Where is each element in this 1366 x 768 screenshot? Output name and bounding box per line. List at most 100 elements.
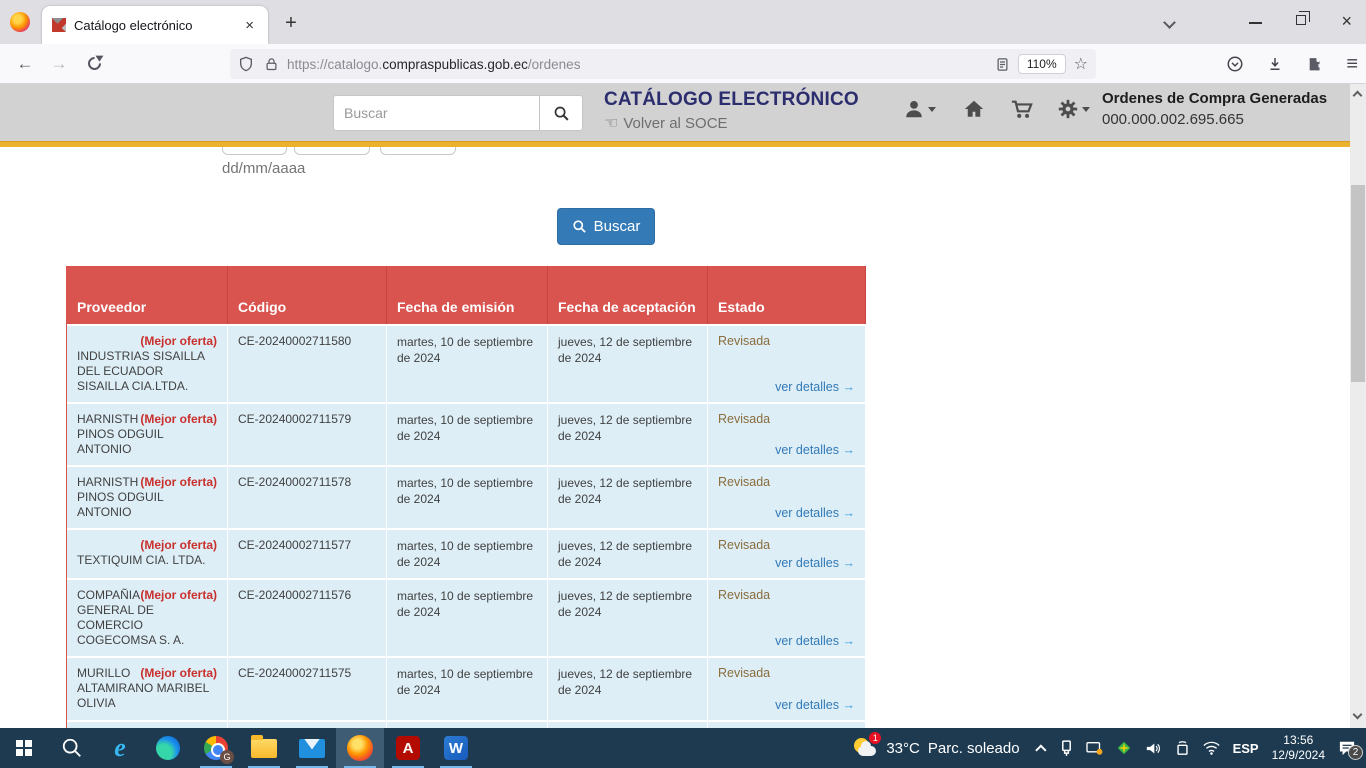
cart-button[interactable] xyxy=(1010,98,1034,120)
proveedor-cell: (Mejor oferta)TEXTIQUIM CIA. LTDA. xyxy=(67,530,228,578)
antivirus-icon[interactable] xyxy=(1116,740,1132,756)
dock-device-icon[interactable] xyxy=(1175,740,1190,756)
tray-expand-chevron-icon[interactable] xyxy=(1035,744,1046,755)
catalog-search-input[interactable] xyxy=(333,95,539,131)
wifi-icon[interactable] xyxy=(1203,741,1220,755)
best-offer-badge: (Mejor oferta) xyxy=(140,334,217,349)
menu-hamburger-icon[interactable]: ≡ xyxy=(1346,53,1358,76)
arrow-right-icon: → xyxy=(843,634,856,648)
lock-icon[interactable] xyxy=(264,57,279,72)
minimize-button[interactable] xyxy=(1249,22,1262,24)
estado-cell: Revisada ver detalles → xyxy=(708,530,866,578)
estado-cell: Revisada ver detalles → xyxy=(708,580,866,656)
codigo-cell: CE-20240002711575 xyxy=(228,658,387,720)
window-close-button[interactable]: × xyxy=(1341,10,1352,32)
fecha-aceptacion-cell: jueves, 12 de septiembre de 2024 xyxy=(548,658,708,720)
taskbar-ie-button[interactable]: e xyxy=(96,728,144,768)
scroll-up-arrow-icon[interactable] xyxy=(1353,91,1363,101)
ver-detalles-link[interactable]: ver detalles → xyxy=(718,380,855,394)
keyboard-language[interactable]: ESP xyxy=(1233,741,1259,756)
ver-detalles-link[interactable]: ver detalles → xyxy=(718,698,855,712)
bookmark-star-icon[interactable]: ☆ xyxy=(1074,54,1088,74)
restore-button[interactable] xyxy=(1296,15,1306,25)
taskbar-chrome-button[interactable]: G xyxy=(192,728,240,768)
codigo-cell: CE-20240002711576 xyxy=(228,580,387,656)
proveedor-cell: (Mejor oferta)MURILLO ALTAMIRANO MARIBEL… xyxy=(67,658,228,720)
url-domain: compraspublicas.gob.ec xyxy=(382,57,528,72)
home-icon xyxy=(963,98,985,120)
extensions-puzzle-icon[interactable] xyxy=(1306,55,1324,73)
reader-mode-icon[interactable] xyxy=(995,57,1010,72)
taskbar-word-button[interactable]: W xyxy=(432,728,480,768)
acrobat-letter: A xyxy=(403,740,414,757)
search-icon xyxy=(572,219,587,234)
table-row: (Mejor oferta)MURILLO ALTAMIRANO MARIBEL… xyxy=(67,656,865,720)
tab-close-icon[interactable]: × xyxy=(241,17,258,34)
clipped-filter-control[interactable] xyxy=(222,147,287,155)
list-tabs-chevron-icon[interactable] xyxy=(1163,16,1176,29)
usb-device-icon[interactable] xyxy=(1060,740,1073,757)
settings-menu-button[interactable] xyxy=(1057,98,1090,120)
catalog-search-button[interactable] xyxy=(539,95,583,131)
taskbar-firefox-button[interactable] xyxy=(336,728,384,768)
status-badge: Revisada xyxy=(718,538,855,552)
scroll-down-arrow-icon[interactable] xyxy=(1353,710,1363,720)
taskbar-mail-button[interactable] xyxy=(288,728,336,768)
clipped-filter-control[interactable] xyxy=(380,147,456,155)
downloads-icon[interactable] xyxy=(1266,55,1284,73)
action-center-button[interactable]: 2 xyxy=(1338,740,1356,756)
estado-cell: Revisada ver detalles → xyxy=(708,404,866,465)
pocket-icon[interactable] xyxy=(1226,55,1244,73)
ver-detalles-link[interactable]: ver detalles → xyxy=(718,506,855,520)
orders-number: 000.000.002.695.665 xyxy=(1102,109,1342,130)
url-text[interactable]: https://catalogo.compraspublicas.gob.ec/… xyxy=(287,57,995,72)
proveedor-cell: (Mejor oferta)HARNISTH PINOS ODGUIL ANTO… xyxy=(67,467,228,528)
zoom-level-button[interactable]: 110% xyxy=(1018,54,1066,74)
gear-icon xyxy=(1057,98,1079,120)
vertical-scrollbar[interactable] xyxy=(1350,84,1366,728)
orders-table: Proveedor Código Fecha de emisión Fecha … xyxy=(66,266,865,728)
ver-detalles-link[interactable]: ver detalles → xyxy=(718,443,855,457)
user-menu-button[interactable] xyxy=(903,98,936,120)
volume-icon[interactable] xyxy=(1145,741,1162,756)
volver-soce-link[interactable]: ☜ Volver al SOCE xyxy=(604,113,728,133)
best-offer-badge: (Mejor oferta) xyxy=(140,588,217,603)
taskbar-explorer-button[interactable] xyxy=(240,728,288,768)
taskbar-clock[interactable]: 13:56 12/9/2024 xyxy=(1272,733,1325,763)
taskbar-search-button[interactable] xyxy=(48,728,96,768)
taskbar-edge-button[interactable] xyxy=(144,728,192,768)
internet-explorer-icon: e xyxy=(114,733,126,763)
start-button[interactable] xyxy=(0,728,48,768)
firefox-icon xyxy=(347,735,373,761)
date-input-placeholder[interactable]: dd/mm/aaaa xyxy=(222,160,305,177)
fecha-aceptacion-cell: jueves, 12 de septiembre de 2024 xyxy=(548,467,708,528)
back-button[interactable]: ← xyxy=(8,54,42,74)
google-badge-icon: G xyxy=(220,750,234,764)
fecha-emision-cell: martes, 10 de septiembre de 2024 xyxy=(387,658,548,720)
clipped-filter-control[interactable] xyxy=(294,147,370,155)
home-button[interactable] xyxy=(963,98,985,120)
word-letter: W xyxy=(449,740,463,757)
weather-desc: Parc. soleado xyxy=(928,740,1020,757)
clock-time: 13:56 xyxy=(1272,733,1325,748)
buscar-button[interactable]: Buscar xyxy=(557,208,655,245)
reload-button[interactable] xyxy=(85,54,103,72)
orders-summary: Ordenes de Compra Generadas 000.000.002.… xyxy=(1102,88,1342,130)
shield-icon[interactable] xyxy=(238,56,254,72)
scrollbar-thumb[interactable] xyxy=(1351,185,1365,382)
table-row: (Mejor oferta)HARNISTH PINOS ODGUIL ANTO… xyxy=(67,465,865,528)
forward-button[interactable]: → xyxy=(42,54,76,74)
display-share-icon[interactable] xyxy=(1086,741,1103,756)
taskbar-acrobat-button[interactable]: A xyxy=(384,728,432,768)
catalog-search-group xyxy=(333,95,583,131)
best-offer-badge: (Mejor oferta) xyxy=(140,475,217,490)
ver-detalles-label: ver detalles xyxy=(775,443,839,457)
weather-widget[interactable]: 1 33°C Parc. soleado xyxy=(852,736,1019,760)
ver-detalles-link[interactable]: ver detalles → xyxy=(718,634,855,648)
url-bar[interactable]: https://catalogo.compraspublicas.gob.ec/… xyxy=(230,49,1096,79)
ver-detalles-link[interactable]: ver detalles → xyxy=(718,556,855,570)
browser-tab[interactable]: Catálogo electrónico × xyxy=(42,6,268,44)
new-tab-button[interactable]: + xyxy=(278,10,304,36)
status-badge: Revisada xyxy=(718,475,855,489)
site-favicon-icon xyxy=(52,18,66,32)
